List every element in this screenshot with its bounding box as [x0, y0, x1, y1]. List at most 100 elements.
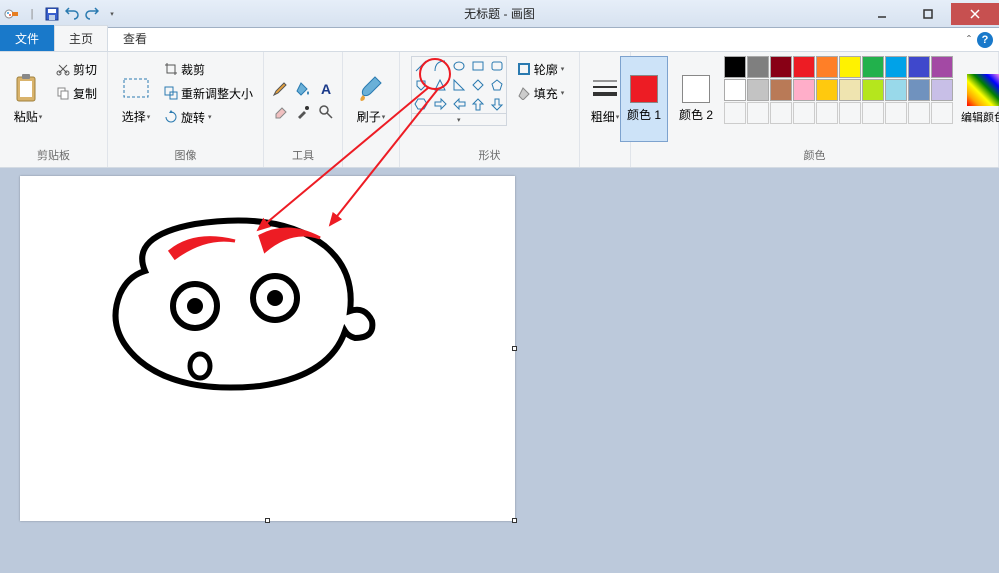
fill-button[interactable]: 填充▾ — [513, 82, 569, 104]
palette-swatch[interactable] — [885, 56, 907, 78]
group-label-tools: 工具 — [292, 145, 314, 165]
palette-swatch[interactable] — [724, 56, 746, 78]
close-button[interactable] — [951, 3, 999, 25]
group-image: 选择▾ 裁剪 重新调整大小 旋转▾ 图像 — [108, 52, 264, 167]
shape-arrow-down[interactable] — [488, 95, 506, 113]
size-button[interactable]: 粗细▾ — [586, 56, 624, 142]
tab-home[interactable]: 主页 — [54, 25, 108, 51]
picker-tool[interactable] — [293, 102, 313, 122]
shape-curve[interactable] — [431, 57, 449, 75]
group-brushes: 刷子▾ — [343, 52, 400, 167]
shape-line[interactable] — [412, 57, 430, 75]
palette-swatch-empty[interactable] — [885, 102, 907, 124]
palette-swatch-empty[interactable] — [931, 102, 953, 124]
copy-button[interactable]: 复制 — [52, 82, 101, 104]
group-colors: 颜色 1 颜色 2 编辑颜色 颜色 — [631, 52, 999, 167]
shape-arrow-left[interactable] — [450, 95, 468, 113]
palette-swatch[interactable] — [839, 56, 861, 78]
minimize-button[interactable] — [859, 3, 905, 25]
group-label-colors: 颜色 — [804, 145, 826, 165]
drawing — [20, 176, 515, 521]
app-icon — [4, 6, 20, 22]
minimize-ribbon-icon[interactable]: ˆ — [967, 33, 971, 47]
shape-roundrect[interactable] — [488, 57, 506, 75]
palette-swatch[interactable] — [885, 79, 907, 101]
undo-icon[interactable] — [64, 6, 80, 22]
palette-swatch[interactable] — [747, 79, 769, 101]
palette-swatch-empty[interactable] — [724, 102, 746, 124]
palette-swatch[interactable] — [747, 56, 769, 78]
palette-swatch[interactable] — [839, 79, 861, 101]
color-2-button[interactable]: 颜色 2 — [672, 56, 720, 142]
window-controls — [859, 3, 999, 25]
cut-button[interactable]: 剪切 — [52, 58, 101, 80]
eraser-tool[interactable] — [270, 102, 290, 122]
palette-swatch-empty[interactable] — [816, 102, 838, 124]
redo-icon[interactable] — [84, 6, 100, 22]
palette-swatch-empty[interactable] — [908, 102, 930, 124]
save-icon[interactable] — [44, 6, 60, 22]
palette-swatch[interactable] — [793, 56, 815, 78]
palette-swatch[interactable] — [931, 56, 953, 78]
magnifier-tool[interactable] — [316, 102, 336, 122]
edit-colors-button[interactable]: 编辑颜色 — [957, 56, 999, 142]
palette-swatch[interactable] — [908, 56, 930, 78]
shape-diamond[interactable] — [469, 76, 487, 94]
tab-view[interactable]: 查看 — [108, 25, 162, 51]
shape-right-triangle[interactable] — [450, 76, 468, 94]
shape-arrow-right[interactable] — [431, 95, 449, 113]
palette-swatch[interactable] — [793, 79, 815, 101]
fill-tool[interactable] — [293, 79, 313, 99]
group-label-clipboard: 剪贴板 — [37, 145, 70, 165]
rotate-button[interactable]: 旋转▾ — [160, 106, 257, 128]
palette-swatch[interactable] — [770, 79, 792, 101]
palette-swatch-empty[interactable] — [770, 102, 792, 124]
ribbon-tabs: 文件 主页 查看 ˆ ? — [0, 28, 999, 52]
shape-polygon[interactable] — [412, 76, 430, 94]
shape-hexagon[interactable] — [412, 95, 430, 113]
palette-swatch-empty[interactable] — [862, 102, 884, 124]
shapes-gallery[interactable]: ▾ — [411, 56, 507, 126]
pencil-tool[interactable] — [270, 79, 290, 99]
shape-oval[interactable] — [450, 57, 468, 75]
window-title: 无标题 - 画图 — [464, 5, 535, 22]
canvas[interactable] — [20, 176, 515, 521]
shape-rect[interactable] — [469, 57, 487, 75]
palette-swatch-empty[interactable] — [793, 102, 815, 124]
shape-arrow-up[interactable] — [469, 95, 487, 113]
color-1-button[interactable]: 颜色 1 — [620, 56, 668, 142]
resize-handle-s[interactable] — [265, 518, 270, 523]
palette-swatch[interactable] — [931, 79, 953, 101]
palette-swatch-empty[interactable] — [747, 102, 769, 124]
palette-swatch[interactable] — [816, 56, 838, 78]
qat-customize-icon[interactable]: ▾ — [104, 6, 120, 22]
palette-swatch[interactable] — [908, 79, 930, 101]
shapes-expand-icon[interactable]: ▾ — [412, 113, 506, 125]
palette-swatch[interactable] — [770, 56, 792, 78]
brushes-button[interactable]: 刷子▾ — [349, 56, 393, 142]
shape-triangle[interactable] — [431, 76, 449, 94]
shape-pentagon[interactable] — [488, 76, 506, 94]
resize-button[interactable]: 重新调整大小 — [160, 82, 257, 104]
palette-swatch[interactable] — [862, 56, 884, 78]
ribbon: 粘贴▾ 剪切 复制 剪贴板 选择▾ 裁剪 重新调整大小 旋转▾ 图像 — [0, 52, 999, 168]
maximize-button[interactable] — [905, 3, 951, 25]
text-tool[interactable]: A — [316, 79, 336, 99]
crop-button[interactable]: 裁剪 — [160, 58, 257, 80]
resize-handle-se[interactable] — [512, 518, 517, 523]
select-button[interactable]: 选择▾ — [114, 56, 158, 142]
outline-button[interactable]: 轮廓▾ — [513, 58, 569, 80]
titlebar: | ▾ 无标题 - 画图 — [0, 0, 999, 28]
group-clipboard: 粘贴▾ 剪切 复制 剪贴板 — [0, 52, 108, 167]
palette-swatch-empty[interactable] — [839, 102, 861, 124]
palette-swatch[interactable] — [724, 79, 746, 101]
tab-file[interactable]: 文件 — [0, 25, 54, 51]
palette-swatch[interactable] — [816, 79, 838, 101]
qat-divider: | — [24, 6, 40, 22]
palette-swatch[interactable] — [862, 79, 884, 101]
workspace[interactable] — [0, 168, 999, 573]
brush-icon — [355, 73, 387, 105]
paste-button[interactable]: 粘贴▾ — [6, 56, 50, 142]
resize-handle-e[interactable] — [512, 346, 517, 351]
help-icon[interactable]: ? — [977, 32, 993, 48]
